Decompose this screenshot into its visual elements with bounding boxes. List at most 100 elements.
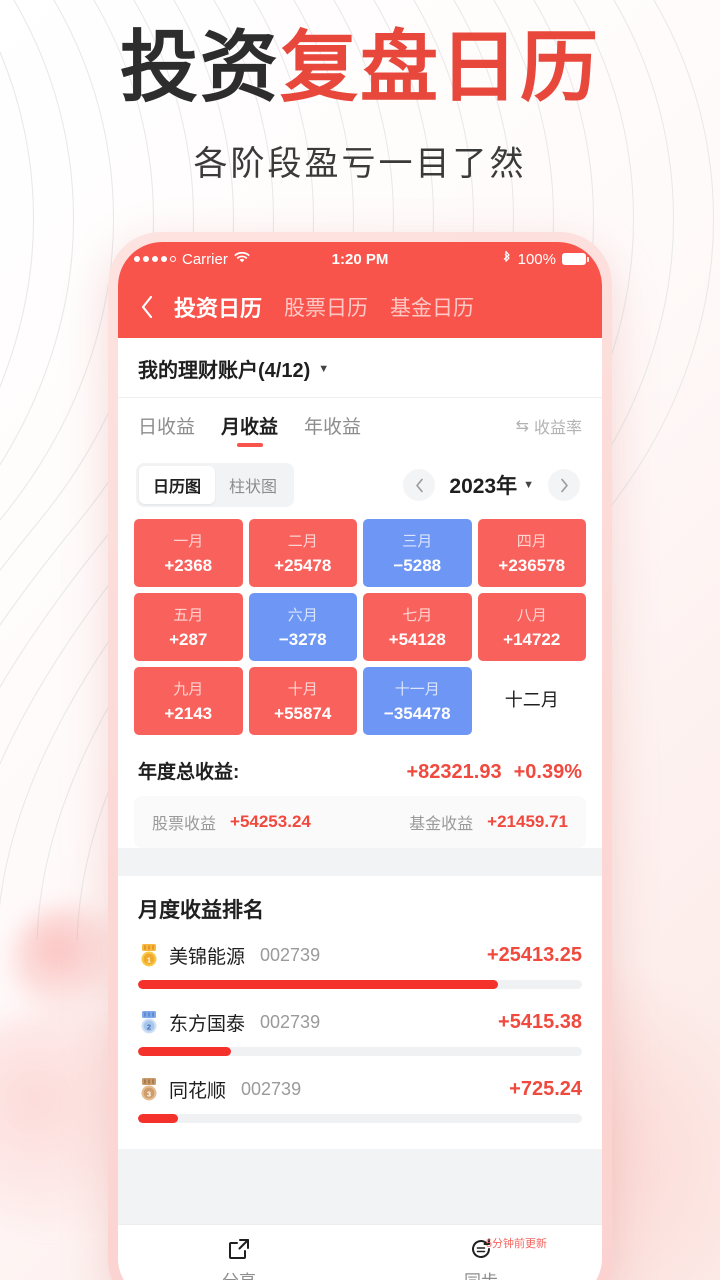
stock-return-pair: 股票收益 +54253.24	[152, 810, 311, 834]
signal-dots-icon	[134, 256, 176, 262]
view-mode-bar-chart[interactable]: 柱状图	[215, 466, 291, 504]
chevron-down-icon: ▼	[318, 362, 330, 375]
ranking-row-header: 3 同花顺 002739 +725.24	[138, 1076, 582, 1103]
stock-return-label: 股票收益	[152, 816, 217, 833]
month-name: 二月	[287, 533, 318, 550]
month-cell[interactable]: 十月 +55874	[248, 667, 357, 735]
fund-return-value: +21459.71	[487, 812, 568, 831]
subtotal-row: 股票收益 +54253.24 基金收益 +21459.71	[134, 796, 586, 848]
svg-text:1: 1	[147, 955, 151, 964]
month-cell[interactable]: 八月 +14722	[477, 593, 586, 661]
list-item[interactable]: 1 美锦能源 002739 +25413.25	[138, 942, 582, 989]
prev-year-button[interactable]	[403, 469, 436, 501]
ranking-card: 月度收益排名 1 美锦能源 002739 +25413.25 2 东方国泰 00…	[118, 876, 602, 1149]
month-cell[interactable]: 十二月	[478, 667, 587, 735]
return-rate-toggle[interactable]: ⇆ 收益率	[516, 414, 582, 446]
view-mode-segmented-control: 日历图 柱状图	[136, 463, 295, 507]
month-cell[interactable]: 五月 +287	[134, 593, 243, 661]
page-subtitle: 各阶段盈亏一目了然	[193, 146, 527, 184]
month-value: +55874	[274, 704, 332, 723]
year-selector[interactable]: 2023年 ▼	[449, 470, 534, 500]
ranking-stock-code: 002739	[260, 945, 321, 965]
ranking-bar-track	[138, 980, 582, 989]
sync-label: 同步	[464, 1267, 498, 1280]
month-value: +236578	[498, 556, 566, 575]
swap-icon: ⇆	[515, 417, 529, 435]
back-button[interactable]	[132, 295, 162, 319]
annual-total-percent: +0.39%	[513, 761, 582, 783]
month-value: +2368	[164, 556, 213, 575]
ranking-stock-value: +725.24	[509, 1078, 582, 1100]
back-chevron-icon	[141, 295, 153, 319]
status-bar-left: Carrier	[134, 251, 283, 268]
month-cell[interactable]: 三月 −5288	[363, 519, 472, 587]
share-button[interactable]: 分享	[118, 1225, 360, 1280]
page-title-dark: 投资	[119, 24, 280, 111]
list-item[interactable]: 2 东方国泰 002739 +5415.38	[138, 1009, 582, 1056]
sync-status-badge: 5分钟前更新	[485, 1238, 547, 1250]
nav-tab-stock-calendar[interactable]: 股票日历	[274, 292, 378, 322]
ranking-title: 月度收益排名	[138, 899, 264, 922]
sync-button[interactable]: 5分钟前更新 同步	[360, 1225, 602, 1280]
battery-percent-label: 100%	[517, 250, 556, 268]
bronze-medal-icon: 3	[141, 1077, 157, 1100]
month-name: 八月	[516, 607, 547, 624]
ranking-row-header: 2 东方国泰 002739 +5415.38	[138, 1009, 582, 1036]
card-divider	[118, 864, 602, 876]
month-name: 九月	[173, 681, 204, 698]
ranking-bar-track	[138, 1114, 582, 1123]
month-name: 一月	[173, 533, 204, 550]
svg-text:2: 2	[147, 1022, 151, 1031]
list-item[interactable]: 3 同花顺 002739 +725.24	[138, 1076, 582, 1123]
ranking-stock-value: +25413.25	[486, 944, 582, 966]
page-title: 投资复盘日历	[0, 24, 720, 111]
silver-medal-icon: 2	[141, 1010, 157, 1033]
ranking-bar-fill	[138, 1114, 178, 1123]
annual-total-amount: +82321.93	[406, 761, 502, 783]
fund-return-label: 基金收益	[409, 816, 474, 833]
ranking-bar-fill	[138, 1047, 232, 1056]
gold-medal-icon: 1	[141, 943, 157, 966]
month-name: 五月	[173, 607, 204, 624]
month-name: 七月	[402, 607, 433, 624]
annual-total-label: 年度总收益:	[138, 762, 240, 783]
share-label: 分享	[222, 1267, 256, 1280]
tab-monthly-return[interactable]: 月收益	[221, 412, 278, 447]
month-cell[interactable]: 一月 +2368	[134, 519, 243, 587]
month-name: 三月	[402, 533, 433, 550]
tab-daily-return[interactable]: 日收益	[138, 412, 195, 447]
month-value: +54128	[388, 630, 446, 649]
tab-yearly-return[interactable]: 年收益	[304, 412, 361, 447]
next-year-button[interactable]	[548, 469, 580, 501]
month-cell[interactable]: 七月 +54128	[363, 593, 472, 661]
period-tab-bar: 日收益 月收益 年收益 ⇆ 收益率	[118, 398, 602, 457]
month-cell[interactable]: 四月 +236578	[477, 519, 586, 587]
ranking-bar-track	[138, 1047, 582, 1056]
month-cell[interactable]: 二月 +25478	[248, 519, 357, 587]
year-navigator: 2023年 ▼	[403, 469, 584, 501]
account-selector[interactable]: 我的理财账户(4/12) ▼	[118, 338, 602, 398]
month-cell[interactable]: 九月 +2143	[134, 667, 243, 735]
stock-return-value: +54253.24	[230, 812, 311, 831]
fund-return-pair: 基金收益 +21459.71	[409, 810, 568, 834]
view-mode-calendar[interactable]: 日历图	[139, 466, 216, 504]
month-value: −3278	[278, 630, 327, 649]
month-cell[interactable]: 六月 −3278	[248, 593, 357, 661]
nav-tab-investment-calendar[interactable]: 投资日历	[164, 291, 272, 323]
ranking-stock-name: 美锦能源	[169, 947, 246, 968]
month-cell[interactable]: 十一月 −354478	[363, 667, 472, 735]
phone-frame: Carrier 1:20 PM 100% 投资日历 股票日历 基金日历 我的理财…	[108, 232, 612, 1280]
chevron-down-icon: ▼	[523, 479, 534, 491]
annual-total-row: 年度总收益: +82321.93 +0.39%	[118, 743, 602, 796]
month-value: −354478	[383, 704, 451, 723]
nav-tab-fund-calendar[interactable]: 基金日历	[380, 292, 484, 322]
svg-text:3: 3	[147, 1089, 151, 1098]
year-label: 2023年	[449, 475, 518, 498]
month-value: +14722	[503, 630, 561, 649]
ranking-bar-fill	[138, 980, 498, 989]
ranking-row-header: 1 美锦能源 002739 +25413.25	[138, 942, 582, 969]
month-name: 四月	[516, 533, 547, 550]
month-name: 十一月	[394, 681, 440, 698]
content-scroll-area[interactable]: 我的理财账户(4/12) ▼ 日收益 月收益 年收益 ⇆ 收益率 日历图 柱状图	[118, 338, 602, 1224]
ranking-stock-code: 002739	[241, 1079, 302, 1099]
